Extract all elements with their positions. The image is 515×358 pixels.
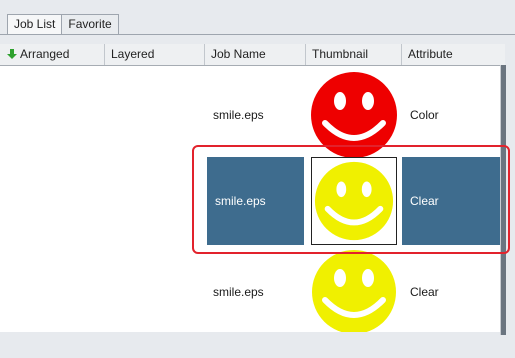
tab-favorite[interactable]: Favorite bbox=[61, 14, 119, 34]
job-panel: Job List Favorite Arranged Layered Job N… bbox=[0, 0, 515, 358]
sort-down-arrow-icon bbox=[6, 46, 18, 67]
column-header-layered[interactable]: Layered bbox=[105, 44, 205, 65]
yellow-smiley-icon bbox=[312, 250, 396, 334]
column-header-attribute[interactable]: Attribute bbox=[402, 44, 505, 65]
column-label: Layered bbox=[111, 47, 155, 61]
column-label: Arranged bbox=[20, 47, 70, 61]
column-header-thumbnail[interactable]: Thumbnail bbox=[306, 44, 402, 65]
column-header-arranged[interactable]: Arranged bbox=[0, 44, 105, 65]
column-label: Attribute bbox=[408, 47, 453, 61]
column-header-job-name[interactable]: Job Name bbox=[205, 44, 306, 65]
column-label: Job Name bbox=[211, 47, 266, 61]
panel-footer bbox=[0, 332, 500, 358]
attribute-cell: Clear bbox=[410, 285, 439, 299]
table-header: Arranged Layered Job Name Thumbnail Attr… bbox=[0, 44, 505, 66]
tab-job-list[interactable]: Job List bbox=[7, 14, 63, 34]
column-label: Thumbnail bbox=[312, 47, 369, 61]
thumbnail-cell bbox=[311, 248, 397, 336]
table-row[interactable]: smile.eps Clear bbox=[0, 248, 500, 336]
tab-bar: Job List Favorite bbox=[7, 14, 119, 34]
tab-divider bbox=[0, 34, 515, 35]
job-name-cell: smile.eps bbox=[213, 285, 264, 299]
selection-highlight-box bbox=[192, 145, 510, 254]
